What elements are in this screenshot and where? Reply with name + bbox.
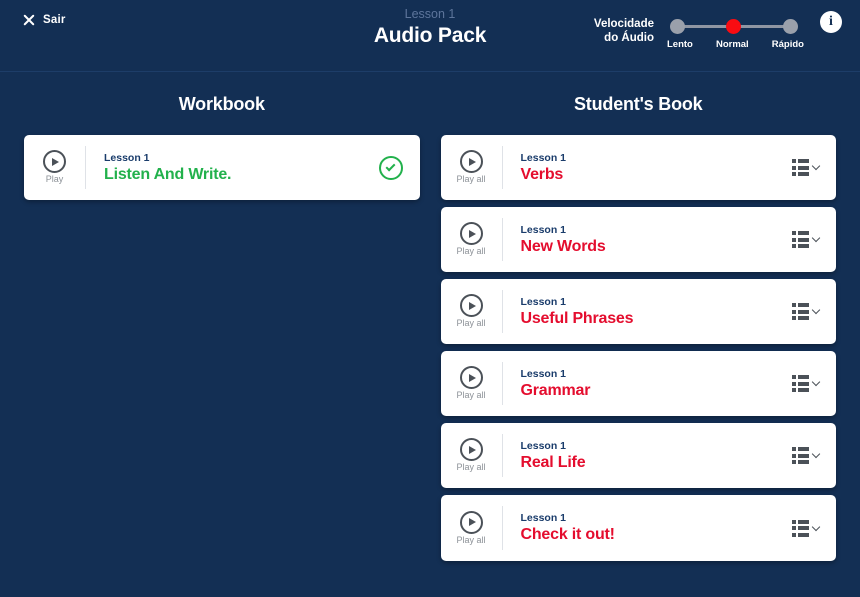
slider-dot-normal[interactable] xyxy=(726,19,741,34)
audio-card-trailing xyxy=(792,519,836,537)
audio-card-trailing xyxy=(378,155,420,180)
play-icon xyxy=(459,150,483,173)
info-icon[interactable]: i xyxy=(820,11,842,33)
check-circle-icon xyxy=(378,155,403,180)
audio-card-useful-phrases[interactable]: Play all Lesson 1 Useful Phrases xyxy=(440,279,836,344)
audio-card-lesson: Lesson 1 xyxy=(520,295,567,308)
audio-card-lesson: Lesson 1 xyxy=(104,151,150,164)
audio-card-text: Lesson 1 Check it out! xyxy=(503,511,793,545)
audio-speed-label-line1: Velocidade xyxy=(593,18,654,30)
audio-speed-slider[interactable]: Lento Normal Rápido xyxy=(667,14,804,50)
audio-card-name: Real Life xyxy=(520,453,586,471)
play-button-label: Play xyxy=(45,174,64,184)
play-all-button[interactable]: Play all xyxy=(441,218,503,261)
track-list-icon[interactable] xyxy=(792,303,821,320)
audio-card-text: Lesson 1 Real Life xyxy=(503,439,793,473)
audio-card-lesson: Lesson 1 xyxy=(520,223,567,236)
column-students-book: Student's Book Play all Lesson 1 Verbs P… xyxy=(440,94,836,568)
chevron-down-icon xyxy=(811,522,821,531)
close-x-icon xyxy=(22,13,36,27)
audio-card-real-life[interactable]: Play all Lesson 1 Real Life xyxy=(440,423,836,488)
audio-card-trailing xyxy=(792,303,836,320)
track-list-icon[interactable] xyxy=(792,375,821,392)
slider-dot-lento[interactable] xyxy=(670,19,685,34)
audio-speed-label: Velocidade do Áudio xyxy=(594,14,654,45)
play-all-button[interactable]: Play all xyxy=(441,146,503,189)
play-all-button-label: Play all xyxy=(456,318,486,328)
play-all-button-label: Play all xyxy=(456,246,486,256)
audio-card-lesson: Lesson 1 xyxy=(520,512,567,524)
chevron-down-icon xyxy=(811,233,821,243)
slider-tick-rapido[interactable]: Rápido xyxy=(772,39,804,50)
audio-card-trailing xyxy=(792,231,836,248)
track-list-icon[interactable] xyxy=(792,159,821,176)
audio-card-listen-and-write[interactable]: Play Lesson 1 Listen And Write. xyxy=(24,135,420,200)
audio-card-text: Lesson 1 Listen And Write. xyxy=(86,151,379,185)
audio-card-name: Useful Phrases xyxy=(520,309,634,327)
audio-card-lesson: Lesson 1 xyxy=(520,367,567,380)
play-all-button[interactable]: Play all xyxy=(441,506,503,550)
audio-speed-label-line2: do Áudio xyxy=(604,32,654,44)
audio-card-name: Grammar xyxy=(520,381,591,399)
audio-card-text: Lesson 1 Grammar xyxy=(503,367,793,401)
chevron-down-icon xyxy=(811,449,821,459)
play-icon xyxy=(459,438,483,461)
audio-card-trailing xyxy=(792,447,836,464)
exit-button-label: Sair xyxy=(43,14,66,26)
play-icon xyxy=(43,150,66,173)
audio-card-lesson: Lesson 1 xyxy=(520,439,567,452)
audio-card-text: Lesson 1 New Words xyxy=(503,223,793,257)
audio-card-trailing xyxy=(792,159,836,176)
audio-card-name: Check it out! xyxy=(520,526,615,543)
audio-card-name: New Words xyxy=(520,237,606,255)
audio-pack-content: Workbook Play Lesson 1 Listen And Write.… xyxy=(0,72,860,568)
audio-card-text: Lesson 1 Useful Phrases xyxy=(503,295,793,329)
audio-card-lesson: Lesson 1 xyxy=(520,151,567,164)
slider-tick-lento[interactable]: Lento xyxy=(667,39,693,50)
audio-card-check-it-out[interactable]: Play all Lesson 1 Check it out! xyxy=(440,495,836,561)
chevron-down-icon xyxy=(811,161,821,171)
track-list-icon[interactable] xyxy=(792,231,821,248)
play-all-button[interactable]: Play all xyxy=(441,434,503,477)
play-all-button-label: Play all xyxy=(456,534,486,545)
audio-card-verbs[interactable]: Play all Lesson 1 Verbs xyxy=(440,135,836,200)
play-all-button[interactable]: Play all xyxy=(441,362,503,405)
play-icon xyxy=(459,510,483,534)
audio-card-trailing xyxy=(792,375,836,392)
play-all-button-label: Play all xyxy=(456,462,486,472)
play-icon xyxy=(459,366,483,389)
play-icon xyxy=(459,222,483,245)
column-title-students-book: Student's Book xyxy=(574,94,703,114)
slider-tick-normal[interactable]: Normal xyxy=(716,39,749,50)
audio-card-new-words[interactable]: Play all Lesson 1 New Words xyxy=(440,207,836,272)
audio-card-text: Lesson 1 Verbs xyxy=(503,151,793,185)
column-title-workbook: Workbook xyxy=(178,94,265,114)
chevron-down-icon xyxy=(811,377,821,387)
audio-card-name: Verbs xyxy=(520,165,564,183)
audio-card-grammar[interactable]: Play all Lesson 1 Grammar xyxy=(440,351,836,416)
chevron-down-icon xyxy=(811,305,821,315)
play-all-button-label: Play all xyxy=(456,174,486,184)
app-header: Sair Lesson 1 Audio Pack Velocidade do Á… xyxy=(0,0,860,72)
play-all-button-label: Play all xyxy=(456,390,486,400)
play-button[interactable]: Play xyxy=(24,146,86,189)
audio-speed-control: Velocidade do Áudio Lento Normal Rápido xyxy=(594,14,804,50)
track-list-icon[interactable] xyxy=(792,447,821,464)
play-all-button[interactable]: Play all xyxy=(441,290,503,333)
play-icon xyxy=(459,294,483,317)
track-list-icon[interactable] xyxy=(792,519,821,537)
slider-dot-rapido[interactable] xyxy=(783,19,798,34)
exit-button[interactable]: Sair xyxy=(22,13,66,27)
column-workbook: Workbook Play Lesson 1 Listen And Write. xyxy=(24,94,420,568)
audio-card-name: Listen And Write. xyxy=(104,165,232,183)
